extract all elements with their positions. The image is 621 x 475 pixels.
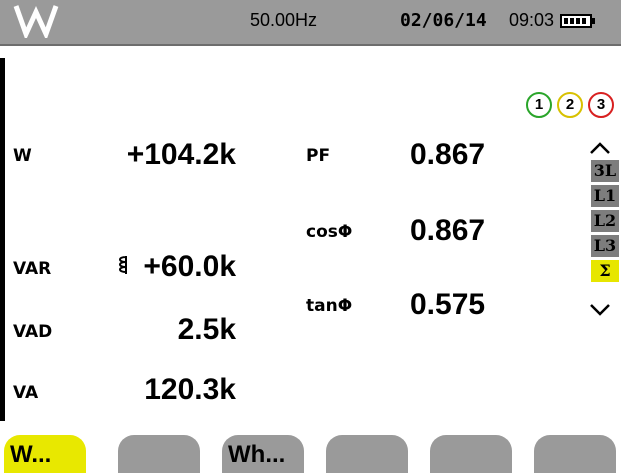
- tab-empty-1[interactable]: [118, 435, 200, 473]
- cos-phi-value: 0.867: [410, 214, 486, 247]
- date-readout: 02/06/14: [400, 10, 487, 31]
- selector-item-l1[interactable]: L1: [591, 185, 619, 207]
- watt-mode-icon: [13, 5, 59, 38]
- phase-2-indicator: 2: [557, 92, 583, 118]
- vad-label: VAD: [13, 322, 53, 342]
- tab-w[interactable]: W...: [4, 435, 86, 473]
- tan-phi-value: 0.575: [410, 288, 486, 321]
- selector-item-sigma[interactable]: Σ: [591, 260, 619, 282]
- chevron-up-icon[interactable]: [588, 140, 612, 156]
- var-label: VAR: [13, 259, 52, 279]
- function-tab-bar: W... Wh...: [0, 435, 621, 473]
- pf-value: 0.867: [410, 138, 486, 171]
- w-label: W: [13, 146, 32, 166]
- inductive-icon: [119, 256, 127, 274]
- var-value: +60.0k: [143, 250, 236, 283]
- screen: 50.00Hz 02/06/14 09:03 1 2 3 W +104.2k V…: [0, 0, 621, 473]
- selector-item-l2[interactable]: L2: [591, 210, 619, 232]
- va-value: 120.3k: [144, 373, 236, 406]
- chevron-down-icon[interactable]: [588, 302, 612, 318]
- frequency-readout: 50.00Hz: [250, 10, 318, 30]
- phase-selector: 3L L1 L2 L3 Σ: [591, 160, 619, 285]
- time-readout: 09:03: [509, 10, 555, 30]
- tab-empty-3[interactable]: [430, 435, 512, 473]
- tab-empty-4[interactable]: [534, 435, 616, 473]
- vad-value: 2.5k: [177, 313, 236, 346]
- cos-phi-label: cosΦ: [306, 222, 353, 242]
- va-label: VA: [13, 383, 39, 403]
- selector-item-l3[interactable]: L3: [591, 235, 619, 257]
- tan-phi-label: tanΦ: [306, 296, 353, 316]
- phase-3-indicator: 3: [588, 92, 614, 118]
- w-value: +104.2k: [126, 138, 236, 171]
- battery-icon: [560, 14, 595, 28]
- phase-1-indicator: 1: [526, 92, 552, 118]
- tab-wh[interactable]: Wh...: [222, 435, 304, 473]
- left-edge: [0, 58, 5, 421]
- tab-empty-2[interactable]: [326, 435, 408, 473]
- pf-label: PF: [306, 146, 331, 166]
- status-bar: 50.00Hz 02/06/14 09:03: [0, 0, 621, 46]
- selector-item-3l[interactable]: 3L: [591, 160, 619, 182]
